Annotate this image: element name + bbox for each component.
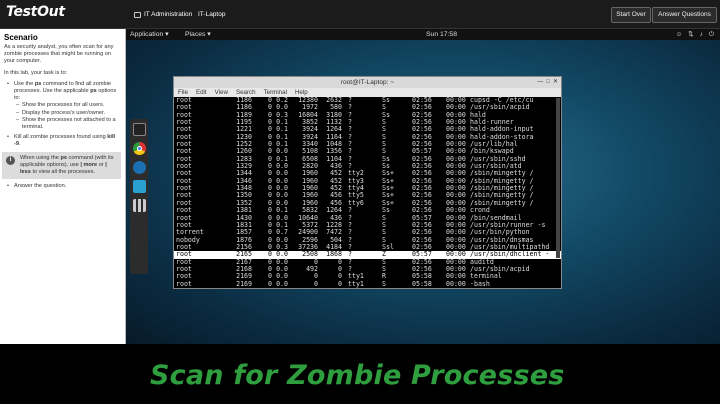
caption-title: Scan for Zombie Processes bbox=[150, 360, 565, 391]
menu-help[interactable]: Help bbox=[295, 88, 308, 97]
process-cell: S bbox=[382, 220, 386, 229]
maximize-icon[interactable]: □ bbox=[546, 77, 550, 88]
testout-logo: TestOut bbox=[6, 4, 65, 20]
process-cell: S bbox=[382, 125, 386, 134]
answer-questions-button[interactable]: Answer Questions bbox=[652, 7, 717, 23]
tab-it-laptop[interactable]: IT-Laptop bbox=[198, 8, 225, 21]
apps-grid-icon[interactable] bbox=[132, 199, 146, 212]
terminal-scrollbar[interactable] bbox=[556, 98, 560, 258]
tab-it-administration[interactable]: IT Administration bbox=[134, 8, 192, 21]
terminal-menubar: File Edit View Search Terminal Help bbox=[174, 88, 561, 97]
process-cell: Ssl bbox=[382, 242, 394, 251]
process-cell: S bbox=[382, 140, 386, 149]
viewer-launcher-icon[interactable] bbox=[132, 161, 146, 174]
network-launcher-icon[interactable] bbox=[132, 180, 146, 193]
menu-file[interactable]: File bbox=[178, 88, 188, 97]
sub-item-all-users: Show the processes for all users. bbox=[16, 102, 121, 109]
places-menu[interactable]: Places ▾ bbox=[185, 29, 211, 40]
process-row: root 1186 0 0.0 1972 580? S 02:56 00:00/usr/sbin… bbox=[174, 103, 561, 111]
terminal-window[interactable]: root@IT-Laptop: ~ — □ ✕ File Edit View S… bbox=[173, 76, 562, 289]
process-cell: S bbox=[382, 213, 386, 222]
process-cell: S bbox=[382, 279, 386, 288]
process-row: root 2169 0 0.0 0 0 tty1 R 05:58 00:00 terminal bbox=[174, 272, 561, 281]
scenario-task-lead: In this lab, your task is to: bbox=[4, 69, 68, 76]
task-item-answer: Answer the question. bbox=[7, 183, 121, 190]
hint-more: | more bbox=[80, 161, 98, 168]
menu-view[interactable]: View bbox=[215, 88, 228, 97]
process-cell: Ss bbox=[382, 206, 390, 215]
sub-item-no-terminal: Show the processes not attached to a ter… bbox=[16, 117, 121, 131]
terminal-launcher-icon[interactable] bbox=[132, 123, 146, 136]
terminal-output[interactable]: root 1186 0 0.2 12380 2632? Ss 02:56 00:00 cupsd … bbox=[174, 97, 561, 288]
user-icon[interactable]: ☺ bbox=[676, 29, 683, 40]
info-icon: i bbox=[6, 155, 15, 165]
close-icon[interactable]: ✕ bbox=[553, 77, 558, 88]
applications-menu[interactable]: Application ▾ bbox=[130, 29, 169, 40]
gnome-top-panel: Application ▾ Places ▾ Sun 17:58 ☺ ⇅ ♪ ⏻ bbox=[126, 29, 720, 40]
task-item-kill: Kill all zombie processes found using ki… bbox=[7, 134, 121, 148]
network-icon[interactable]: ⇅ bbox=[688, 29, 693, 40]
menu-terminal[interactable]: Terminal bbox=[264, 88, 287, 97]
terminal-title: root@IT-Laptop: ~ bbox=[340, 79, 395, 86]
sub-item-owner: Display the process's user/owner. bbox=[16, 110, 121, 117]
process-cell: Z bbox=[382, 250, 386, 259]
launcher-dock bbox=[130, 119, 148, 274]
process-cell: Ss bbox=[382, 110, 390, 119]
task-item-ps: Use the ps command to find all zombie pr… bbox=[7, 80, 121, 131]
scenario-intro: As a security analyst, you often scan fo… bbox=[4, 44, 114, 65]
process-row: root 2169 0 0.0 0 0 tty1 S 05:58 00:00 -bash bbox=[174, 279, 561, 288]
chrome-launcher-icon[interactable] bbox=[132, 142, 146, 155]
hint-pre: When using the bbox=[20, 154, 61, 161]
process-cell: R bbox=[382, 272, 386, 281]
top-bar: TestOut IT Administration IT-Laptop Star… bbox=[0, 0, 720, 29]
tab-it-administration-label: IT Administration bbox=[144, 11, 193, 18]
clock[interactable]: Sun 17:58 bbox=[426, 29, 457, 40]
linux-desktop: Application ▾ Places ▾ Sun 17:58 ☺ ⇅ ♪ ⏻… bbox=[126, 29, 720, 344]
scenario-panel: Scenario As a security analyst, you ofte… bbox=[0, 29, 126, 344]
tray-icons: ☺ ⇅ ♪ ⏻ bbox=[676, 29, 715, 40]
process-cell: S bbox=[382, 264, 386, 273]
volume-icon[interactable]: ♪ bbox=[700, 29, 703, 40]
process-row: root 1352 0 0.0 1960 456 tty6 Ss+ 02:56 00:00/sbi… bbox=[174, 199, 561, 207]
video-caption-bar: Scan for Zombie Processes bbox=[0, 344, 720, 404]
menu-search[interactable]: Search bbox=[236, 88, 256, 97]
minimize-icon[interactable]: — bbox=[537, 77, 543, 88]
task1-pre: Use the bbox=[14, 80, 35, 87]
process-row: root 2168 0 0.0 492 0? S 02:56 00:00/usr/sbin/ac… bbox=[174, 264, 561, 273]
task2-pre: Kill all zombie processes found using bbox=[14, 134, 108, 141]
process-cell: S bbox=[382, 132, 386, 141]
power-icon[interactable]: ⏻ bbox=[709, 29, 714, 40]
process-cell: S bbox=[382, 257, 386, 266]
process-row: root 2165 0 0.0 2508 1868? Z 05:57 00:00/usr/sbi… bbox=[174, 250, 561, 259]
process-cell: Ss bbox=[382, 97, 390, 104]
hint-box: i When using the ps command (with its ap… bbox=[2, 151, 121, 180]
monitor-icon bbox=[134, 11, 141, 18]
start-over-button[interactable]: Start Over bbox=[611, 7, 651, 23]
process-cell: S bbox=[382, 228, 386, 237]
menu-edit[interactable]: Edit bbox=[196, 88, 207, 97]
process-cell: S bbox=[382, 118, 386, 127]
terminal-titlebar[interactable]: root@IT-Laptop: ~ — □ ✕ bbox=[174, 77, 561, 88]
scenario-title: Scenario bbox=[4, 33, 38, 42]
hint-post: to view all the processes. bbox=[30, 169, 95, 176]
task2-post: . bbox=[18, 141, 21, 148]
